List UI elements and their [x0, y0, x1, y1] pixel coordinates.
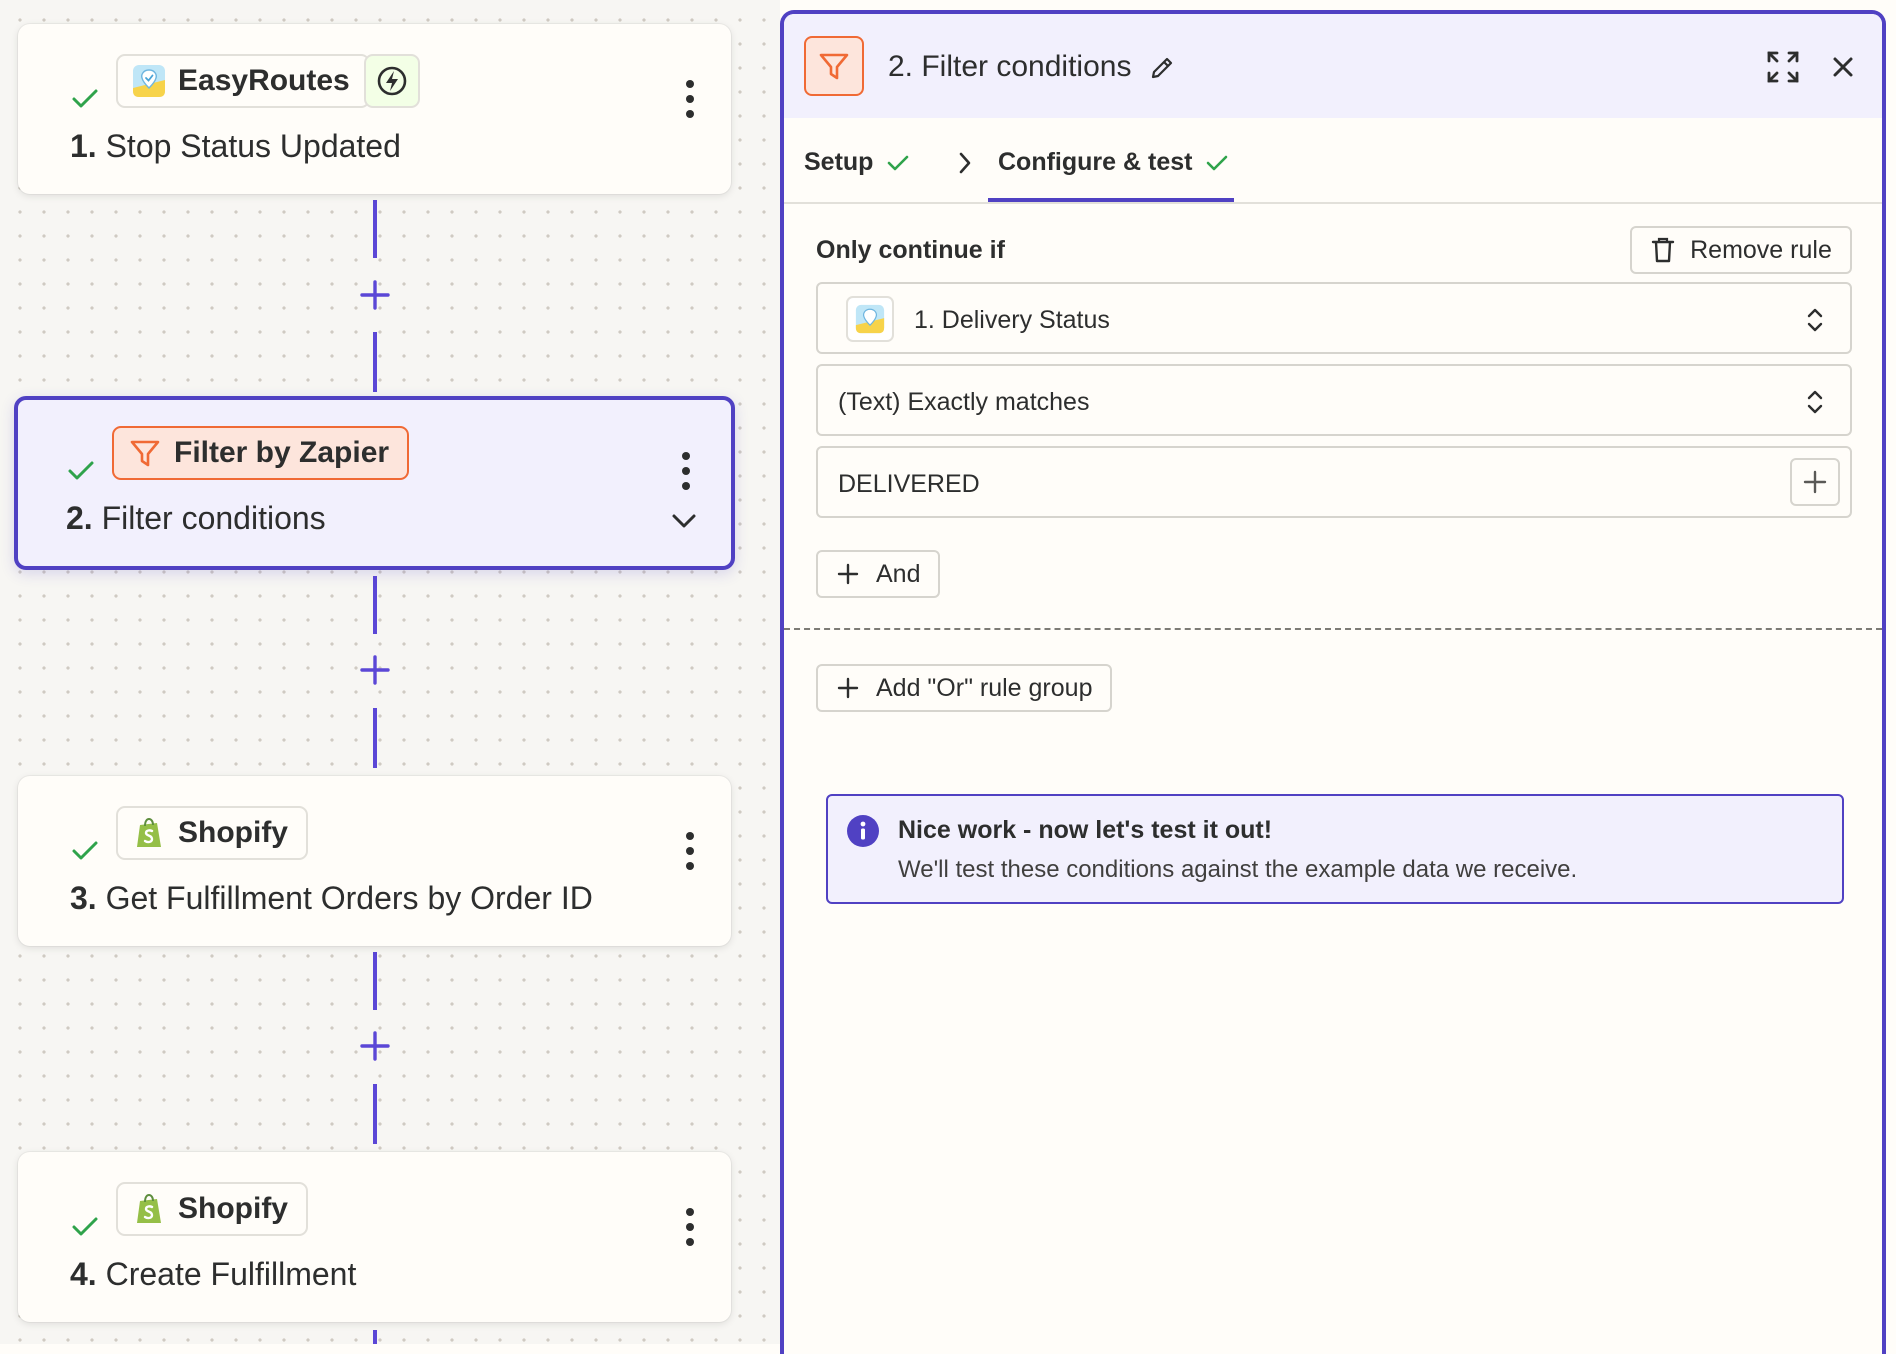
check-icon — [72, 89, 98, 108]
app-chip-shopify[interactable]: Shopify — [116, 1182, 308, 1236]
add-or-group-button[interactable]: Add "Or" rule group — [816, 664, 1113, 712]
connector-line — [373, 332, 377, 392]
info-icon — [847, 815, 879, 847]
panel-tabs: Setup Configure & test — [784, 118, 1882, 204]
rule-label: Only continue if — [816, 236, 1005, 264]
check-icon — [72, 841, 98, 860]
step-card-4[interactable]: Shopify 4. Create Fulfillment — [18, 1152, 731, 1322]
check-icon — [72, 1217, 98, 1236]
match-value-input[interactable]: DELIVERED — [816, 446, 1852, 518]
field-select[interactable]: 1. Delivery Status — [816, 282, 1852, 354]
step-editor-panel: 2. Filter conditions Setup Configure & t… — [780, 10, 1886, 1354]
app-chip-filter[interactable]: Filter by Zapier — [112, 426, 410, 480]
step-card-1[interactable]: EasyRoutes 1. Stop Status Updated — [18, 24, 731, 194]
plus-icon — [360, 280, 390, 310]
easyroutes-icon-box — [846, 296, 894, 342]
connector-line — [373, 708, 377, 768]
panel-title[interactable]: 2. Filter conditions — [888, 50, 1131, 84]
more-options-icon[interactable] — [680, 1206, 700, 1248]
active-tab-indicator — [988, 198, 1234, 202]
check-icon — [888, 155, 909, 170]
easyroutes-icon — [133, 65, 165, 97]
plus-icon — [837, 677, 859, 699]
zap-canvas[interactable]: EasyRoutes 1. Stop Status Updated Filter… — [0, 0, 780, 1344]
connector-line — [373, 952, 377, 1010]
check-icon — [68, 461, 94, 480]
lightning-bolt-icon — [377, 66, 407, 96]
plus-icon — [1803, 470, 1827, 494]
connector-line — [373, 200, 377, 258]
chevron-up-down-icon — [1807, 390, 1823, 414]
shopify-icon — [137, 1193, 161, 1223]
trash-icon — [1651, 237, 1675, 263]
pencil-edit-icon[interactable] — [1148, 54, 1176, 82]
add-step-button[interactable] — [353, 273, 397, 317]
remove-rule-button[interactable]: Remove rule — [1630, 226, 1852, 274]
app-name: Shopify — [178, 816, 288, 849]
condition-select[interactable]: (Text) Exactly matches — [816, 364, 1852, 436]
add-step-button[interactable] — [353, 648, 397, 692]
tab-configure-test[interactable]: Configure & test — [998, 148, 1230, 177]
close-icon[interactable] — [1828, 52, 1858, 82]
insert-data-button[interactable] — [1790, 458, 1840, 506]
filter-app-badge — [804, 36, 864, 96]
tab-setup[interactable]: Setup — [804, 148, 911, 177]
plus-icon — [360, 1031, 390, 1061]
chevron-down-icon[interactable] — [666, 502, 702, 538]
info-title: Nice work - now let's test it out! — [898, 816, 1273, 844]
add-step-button[interactable] — [353, 1024, 397, 1068]
connector-line — [373, 1330, 377, 1344]
chevron-right-icon — [959, 152, 971, 174]
app-name: Filter by Zapier — [174, 436, 390, 469]
check-icon — [1207, 155, 1228, 170]
info-callout: Nice work - now let's test it out! We'll… — [826, 794, 1844, 904]
step-card-2[interactable]: Filter by Zapier 2. Filter conditions — [14, 396, 735, 570]
more-options-icon[interactable] — [680, 830, 700, 872]
trigger-badge — [364, 54, 420, 108]
info-body: We'll test these conditions against the … — [898, 856, 1578, 883]
app-name: EasyRoutes — [178, 64, 350, 97]
app-chip-easyroutes[interactable]: EasyRoutes — [116, 54, 370, 108]
filter-icon — [819, 53, 849, 80]
step-title: 2. Filter conditions — [66, 500, 326, 536]
plus-icon — [360, 655, 390, 685]
step-card-3[interactable]: Shopify 3. Get Fulfillment Orders by Ord… — [18, 776, 731, 946]
more-options-icon[interactable] — [676, 450, 696, 492]
expand-icon[interactable] — [1764, 48, 1802, 86]
panel-header: 2. Filter conditions — [784, 14, 1882, 118]
connector-line — [373, 1084, 377, 1144]
step-title: 3. Get Fulfillment Orders by Order ID — [70, 880, 593, 916]
add-and-button[interactable]: And — [816, 550, 941, 598]
shopify-icon — [137, 817, 161, 847]
condition-value: (Text) Exactly matches — [838, 388, 1090, 416]
field-value: 1. Delivery Status — [914, 306, 1110, 334]
step-title: 4. Create Fulfillment — [70, 1256, 357, 1292]
app-name: Shopify — [178, 1192, 288, 1225]
app-chip-shopify[interactable]: Shopify — [116, 806, 308, 860]
step-title: 1. Stop Status Updated — [70, 128, 401, 164]
filter-icon — [130, 440, 160, 467]
match-value: DELIVERED — [838, 470, 980, 498]
easyroutes-icon — [855, 304, 885, 334]
chevron-up-down-icon — [1807, 308, 1823, 332]
plus-icon — [837, 563, 859, 585]
more-options-icon[interactable] — [680, 78, 700, 120]
rule-group-divider — [784, 628, 1882, 630]
connector-line — [373, 576, 377, 634]
